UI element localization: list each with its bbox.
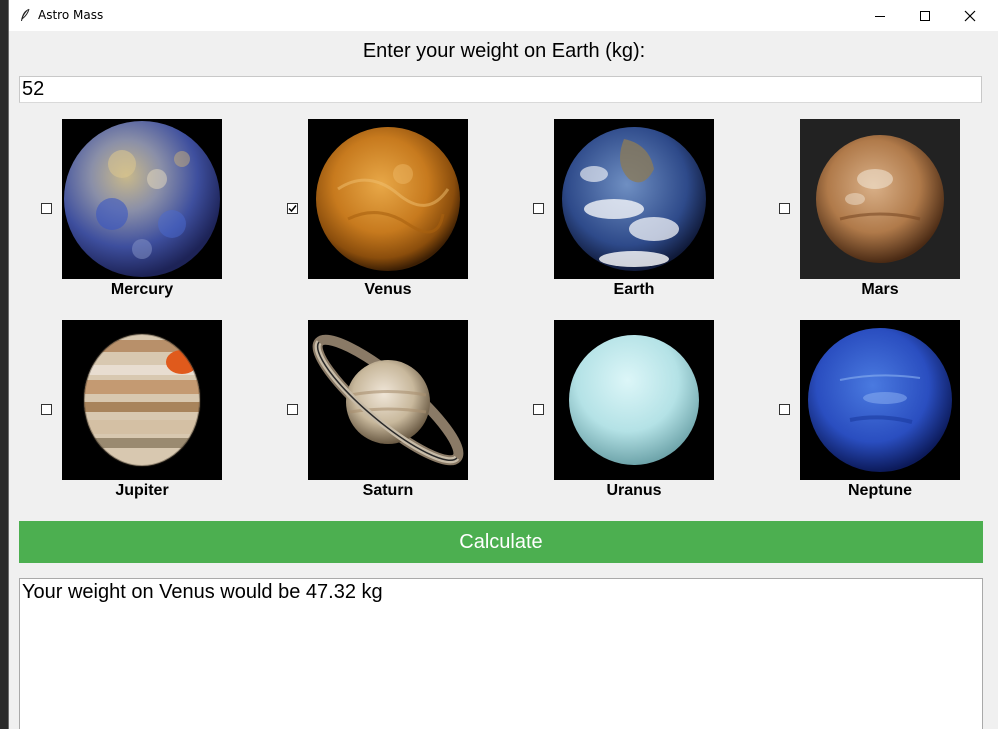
title-bar: Astro Mass [9,0,998,31]
planet-option-mars: Mars [757,119,997,309]
earth-image [554,119,714,279]
mars-checkbox[interactable] [779,203,790,214]
earth-label: Earth [613,281,655,298]
earth-weight-input[interactable] [19,76,982,103]
saturn-image [308,320,468,480]
uranus-image [554,320,714,480]
saturn-checkbox[interactable] [287,404,298,415]
mercury-checkbox[interactable] [41,203,52,214]
minimize-button[interactable] [857,0,903,31]
mars-image [800,119,960,279]
neptune-checkbox[interactable] [779,404,790,415]
mercury-label: Mercury [110,281,174,298]
planet-option-venus: Venus [265,119,505,309]
planet-option-saturn: Saturn [265,320,505,510]
jupiter-image [62,320,222,480]
maximize-icon [920,10,930,21]
venus-label: Venus [364,281,412,298]
neptune-label: Neptune [848,482,912,499]
saturn-label: Saturn [362,482,414,499]
neptune-image [800,320,960,480]
venus-checkbox[interactable] [287,203,298,214]
app-window: Astro Mass Enter your weight on Earth (k… [8,0,998,729]
planet-option-mercury: Mercury [19,119,259,309]
window-title: Astro Mass [38,8,104,22]
planet-option-uranus: Uranus [511,320,751,510]
close-button[interactable] [947,0,993,31]
mercury-image [62,119,222,279]
close-icon [964,10,976,21]
calculate-button[interactable]: Calculate [19,521,983,563]
result-textbox[interactable]: Your weight on Venus would be 47.32 kg [19,578,983,729]
weight-prompt-label: Enter your weight on Earth (kg): [362,40,646,62]
planet-option-jupiter: Jupiter [19,320,259,510]
venus-image [308,119,468,279]
check-icon [288,205,297,213]
planet-option-earth: Earth [511,119,751,309]
minimize-icon [875,15,885,17]
maximize-button[interactable] [902,0,948,31]
mars-label: Mars [861,281,899,298]
feather-icon [21,8,30,21]
result-text: Your weight on Venus would be 47.32 kg [22,581,383,603]
uranus-label: Uranus [606,482,662,499]
jupiter-label: Jupiter [115,482,169,499]
jupiter-checkbox[interactable] [41,404,52,415]
earth-checkbox[interactable] [533,203,544,214]
planet-option-neptune: Neptune [757,320,997,510]
uranus-checkbox[interactable] [533,404,544,415]
